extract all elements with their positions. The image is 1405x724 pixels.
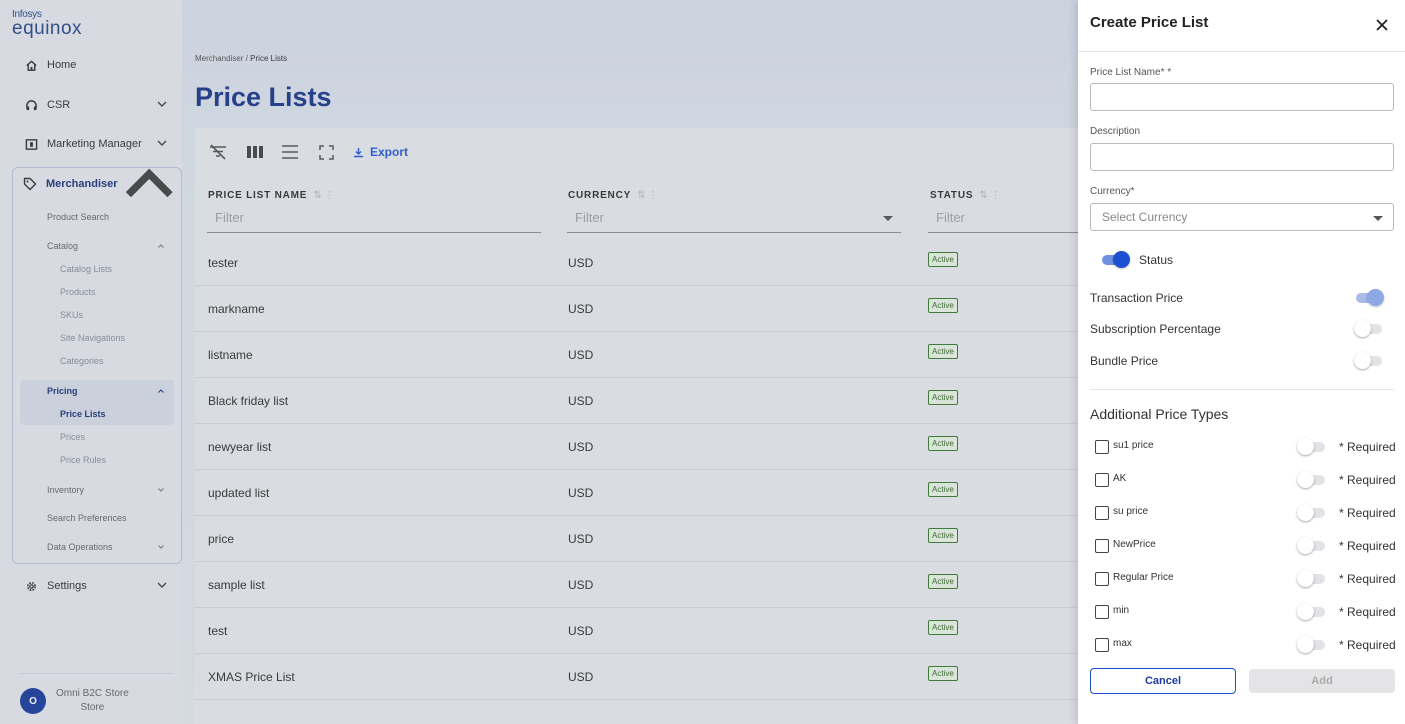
- price-type-name: min: [1113, 605, 1130, 616]
- description-label: Description: [1090, 126, 1141, 137]
- modal-backdrop[interactable]: [0, 0, 1078, 724]
- price-type-name: su1 price: [1113, 440, 1154, 451]
- price-type-checkbox[interactable]: [1095, 539, 1109, 553]
- toggle-knob: [1297, 537, 1314, 554]
- price-type-row: max * Required: [1090, 635, 1396, 655]
- additional-price-types-title: Additional Price Types: [1090, 406, 1229, 422]
- required-label: * Required: [1339, 473, 1396, 487]
- drawer-divider: [1078, 51, 1405, 52]
- description-input[interactable]: [1090, 143, 1394, 171]
- required-toggle[interactable]: [1297, 603, 1327, 621]
- price-type-name: su price: [1113, 506, 1149, 517]
- required-toggle[interactable]: [1297, 504, 1327, 522]
- toggle-knob: [1367, 289, 1384, 306]
- price-type-name: max: [1113, 638, 1132, 649]
- price-type-checkbox[interactable]: [1095, 473, 1109, 487]
- caret-down-icon: [1373, 216, 1383, 221]
- toggle-knob: [1297, 504, 1314, 521]
- toggle-knob: [1297, 570, 1314, 587]
- toggle-knob: [1354, 352, 1371, 369]
- price-type-checkbox[interactable]: [1095, 506, 1109, 520]
- transaction-price-toggle[interactable]: [1354, 289, 1384, 307]
- currency-placeholder: Select Currency: [1102, 210, 1188, 224]
- required-label: * Required: [1339, 572, 1396, 586]
- required-label: * Required: [1339, 638, 1396, 652]
- create-price-list-drawer: Create Price List Price List Name* * Des…: [1078, 0, 1405, 724]
- price-type-name: Regular Price: [1113, 572, 1174, 583]
- transaction-price-label: Transaction Price: [1090, 291, 1183, 305]
- required-toggle[interactable]: [1297, 570, 1327, 588]
- required-label: * Required: [1339, 440, 1396, 454]
- status-toggle[interactable]: [1100, 251, 1130, 269]
- main-content: Merchandiser / Price Lists Price Lists E…: [0, 0, 1095, 724]
- price-type-row: min * Required: [1090, 602, 1396, 622]
- required-toggle[interactable]: [1297, 636, 1327, 654]
- add-button[interactable]: Add: [1249, 669, 1395, 693]
- required-toggle[interactable]: [1297, 471, 1327, 489]
- price-type-row: su1 price * Required: [1090, 437, 1396, 457]
- toggle-knob: [1297, 603, 1314, 620]
- status-label: Status: [1139, 253, 1174, 267]
- bundle-price-toggle[interactable]: [1354, 352, 1384, 370]
- subscription-percentage-toggle[interactable]: [1354, 320, 1384, 338]
- currency-label: Currency*: [1090, 186, 1135, 197]
- price-type-checkbox[interactable]: [1095, 572, 1109, 586]
- price-type-row: AK * Required: [1090, 470, 1396, 490]
- price-list-name-input[interactable]: [1090, 83, 1394, 111]
- required-label: * Required: [1339, 539, 1396, 553]
- required-toggle[interactable]: [1297, 438, 1327, 456]
- toggle-knob: [1297, 438, 1314, 455]
- close-icon[interactable]: [1373, 16, 1391, 34]
- toggle-knob: [1113, 251, 1130, 268]
- price-type-checkbox[interactable]: [1095, 440, 1109, 454]
- price-type-name: NewPrice: [1113, 539, 1156, 550]
- price-list-name-label: Price List Name* *: [1090, 67, 1172, 78]
- required-toggle[interactable]: [1297, 537, 1327, 555]
- required-label: * Required: [1339, 605, 1396, 619]
- drawer-title: Create Price List: [1090, 14, 1209, 31]
- price-type-row: NewPrice * Required: [1090, 536, 1396, 556]
- price-type-row: Regular Price * Required: [1090, 569, 1396, 589]
- required-label: * Required: [1339, 506, 1396, 520]
- price-type-row: su price * Required: [1090, 503, 1396, 523]
- toggle-knob: [1297, 636, 1314, 653]
- currency-select[interactable]: Select Currency: [1090, 203, 1394, 231]
- bundle-price-label: Bundle Price: [1090, 354, 1159, 368]
- price-type-name: AK: [1113, 473, 1127, 484]
- toggle-knob: [1354, 320, 1371, 337]
- cancel-button[interactable]: Cancel: [1090, 668, 1236, 694]
- price-type-checkbox[interactable]: [1095, 638, 1109, 652]
- toggle-knob: [1297, 471, 1314, 488]
- section-divider: [1090, 389, 1394, 390]
- subscription-percentage-label: Subscription Percentage: [1090, 322, 1221, 336]
- price-type-checkbox[interactable]: [1095, 605, 1109, 619]
